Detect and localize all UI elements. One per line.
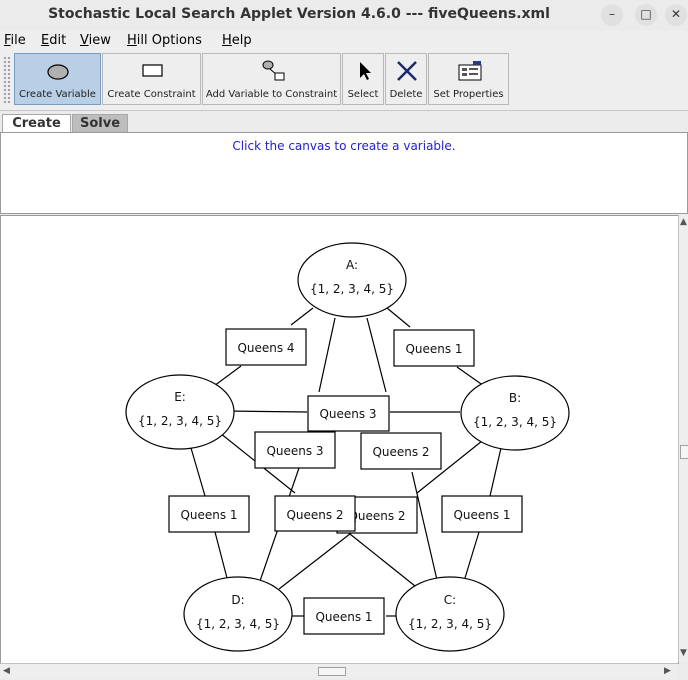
- delete-label: Delete: [389, 89, 423, 100]
- graph-canvas[interactable]: A: {1, 2, 3, 4, 5} B: {1, 2, 3, 4, 5} C:…: [0, 215, 679, 664]
- horizontal-scroll-thumb[interactable]: [318, 667, 346, 676]
- constraint-ae[interactable]: Queens 4: [225, 328, 307, 366]
- edge-d-bd: [278, 529, 356, 590]
- constraint-ed[interactable]: Queens 1: [168, 495, 250, 533]
- create-variable-button[interactable]: Create Variable: [14, 53, 101, 105]
- ellipse-icon: [15, 59, 100, 83]
- rectangle-icon: [103, 59, 200, 83]
- edge-e-ed: [190, 447, 206, 497]
- menu-edit[interactable]: Edit: [41, 33, 66, 48]
- svg-text:Queens 2: Queens 2: [372, 445, 429, 459]
- title-bar: Stochastic Local Search Applet Version 4…: [0, 0, 688, 31]
- svg-text:Queens 1: Queens 1: [315, 610, 372, 624]
- create-constraint-button[interactable]: Create Constraint: [102, 53, 201, 105]
- variable-c-domain: {1, 2, 3, 4, 5}: [408, 617, 492, 631]
- variable-a-name: A:: [346, 258, 358, 272]
- edge-a-ac: [366, 317, 387, 393]
- variable-node-c[interactable]: C: {1, 2, 3, 4, 5}: [395, 576, 505, 652]
- constraint-bc[interactable]: Queens 1: [441, 495, 523, 533]
- variable-d-name: D:: [231, 593, 244, 607]
- menu-help[interactable]: Help: [222, 33, 252, 48]
- edge-e-ae: [213, 365, 242, 387]
- tab-solve[interactable]: Solve: [72, 114, 128, 132]
- maximize-button[interactable]: □: [635, 4, 657, 26]
- variable-b-domain: {1, 2, 3, 4, 5}: [473, 415, 557, 429]
- minimize-button[interactable]: –: [601, 4, 623, 26]
- create-variable-label: Create Variable: [19, 89, 96, 100]
- variable-node-a[interactable]: A: {1, 2, 3, 4, 5}: [297, 242, 407, 318]
- tab-strip: Create Solve: [0, 112, 688, 132]
- scroll-up-arrow-icon[interactable]: ▲: [680, 217, 687, 227]
- delete-button[interactable]: Delete: [385, 53, 427, 105]
- svg-text:Queens 1: Queens 1: [453, 508, 510, 522]
- properties-icon: [429, 59, 508, 83]
- vertical-scroll-thumb[interactable]: [680, 445, 688, 459]
- menu-view[interactable]: View: [80, 33, 111, 48]
- vertical-scrollbar[interactable]: ▲ ▼: [678, 215, 688, 662]
- create-constraint-label: Create Constraint: [107, 89, 196, 100]
- svg-text:Queens 4: Queens 4: [237, 341, 294, 355]
- horizontal-scrollbar[interactable]: ◀ ▶: [0, 663, 678, 679]
- status-message: Click the canvas to create a variable.: [232, 139, 456, 153]
- edge-a-ae: [290, 307, 314, 326]
- set-properties-button[interactable]: Set Properties: [428, 53, 509, 105]
- scroll-down-arrow-icon[interactable]: ▼: [680, 648, 687, 658]
- variable-c-name: C:: [444, 593, 456, 607]
- window-title: Stochastic Local Search Applet Version 4…: [48, 6, 550, 22]
- arrow-cursor-icon: [343, 59, 383, 83]
- svg-text:Queens 2: Queens 2: [286, 508, 343, 522]
- add-variable-to-constraint-button[interactable]: Add Variable to Constraint: [202, 53, 341, 105]
- svg-text:Queens 2: Queens 2: [348, 509, 405, 523]
- edge-e-be: [226, 410, 308, 413]
- variable-b-name: B:: [509, 391, 521, 405]
- svg-text:Queens 3: Queens 3: [319, 407, 376, 421]
- toolbar: Create Variable Create Constraint Add Va…: [0, 52, 688, 111]
- toolbar-grip[interactable]: [3, 56, 11, 104]
- svg-text:Queens 1: Queens 1: [180, 508, 237, 522]
- svg-text:Queens 3: Queens 3: [266, 444, 323, 458]
- delete-x-icon: [386, 59, 426, 83]
- variable-a-domain: {1, 2, 3, 4, 5}: [310, 282, 394, 296]
- edge-a-ab: [386, 307, 411, 328]
- menu-file[interactable]: File: [4, 33, 26, 48]
- variable-d-domain: {1, 2, 3, 4, 5}: [196, 617, 280, 631]
- constraint-ac[interactable]: Queens 2: [360, 432, 442, 470]
- edge-c-bc: [464, 531, 480, 579]
- scroll-right-arrow-icon[interactable]: ▶: [664, 666, 671, 676]
- set-properties-label: Set Properties: [433, 89, 504, 100]
- menu-bar: File Edit View Hill Options Help: [0, 30, 688, 52]
- variable-e-domain: {1, 2, 3, 4, 5}: [138, 414, 222, 428]
- constraint-graph[interactable]: A: {1, 2, 3, 4, 5} B: {1, 2, 3, 4, 5} C:…: [1, 216, 678, 663]
- menu-hill-options[interactable]: Hill Options: [127, 33, 202, 48]
- edge-a-ad: [318, 317, 336, 393]
- link-variable-icon: [203, 59, 340, 83]
- select-label: Select: [347, 89, 379, 100]
- constraint-ad[interactable]: Queens 3: [254, 431, 336, 469]
- variable-node-e[interactable]: E: {1, 2, 3, 4, 5}: [125, 374, 235, 450]
- add-variable-to-constraint-label: Add Variable to Constraint: [205, 89, 338, 100]
- scroll-left-arrow-icon[interactable]: ◀: [3, 666, 10, 676]
- tab-create[interactable]: Create: [2, 114, 71, 132]
- constraint-ab[interactable]: Queens 1: [393, 329, 475, 367]
- message-panel: Click the canvas to create a variable.: [0, 132, 688, 214]
- constraint-dc[interactable]: Queens 1: [303, 597, 385, 635]
- close-button[interactable]: ✕: [665, 4, 687, 26]
- edge-c-ec: [344, 529, 416, 587]
- edge-b-ab: [456, 366, 485, 387]
- svg-text:Queens 1: Queens 1: [405, 342, 462, 356]
- constraint-be[interactable]: Queens 3: [307, 395, 390, 432]
- edge-b-bc: [489, 447, 502, 497]
- edge-d-ed: [214, 531, 228, 579]
- variable-e-name: E:: [174, 390, 186, 404]
- variable-node-d[interactable]: D: {1, 2, 3, 4, 5}: [183, 576, 293, 652]
- select-button[interactable]: Select: [342, 53, 384, 105]
- variable-node-b[interactable]: B: {1, 2, 3, 4, 5}: [460, 375, 570, 451]
- constraint-ec[interactable]: Queens 2: [274, 495, 356, 532]
